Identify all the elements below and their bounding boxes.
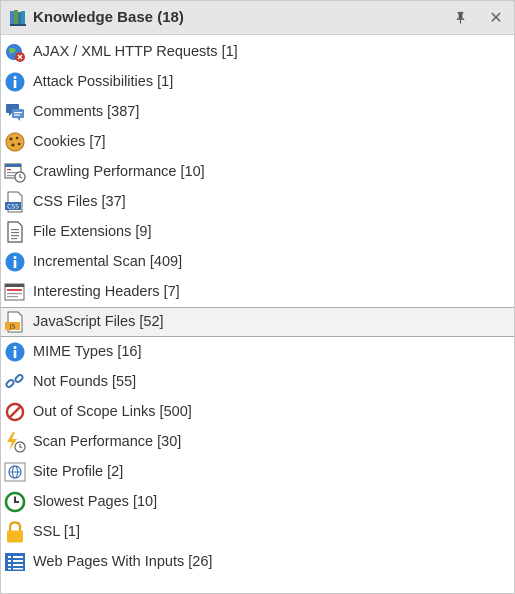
knowledge-base-item-label: Web Pages With Inputs [26] — [33, 554, 213, 570]
panel-title: Knowledge Base (18) — [33, 9, 184, 26]
knowledge-base-list: AJAX / XML HTTP Requests [1] Attack Possi… — [1, 35, 514, 577]
knowledge-base-item[interactable]: SSL [1] — [1, 517, 514, 547]
svg-text:CSS: CSS — [7, 204, 19, 211]
knowledge-base-item-label: Comments [387] — [33, 104, 140, 120]
knowledge-base-item[interactable]: Interesting Headers [7] — [1, 277, 514, 307]
close-icon[interactable]: ✕ — [486, 8, 506, 28]
form-list-icon — [5, 553, 25, 571]
document-icon — [7, 221, 23, 243]
knowledge-base-item-label: Not Founds [55] — [33, 374, 137, 390]
ajax-globe-icon — [6, 44, 25, 62]
clock-icon — [4, 491, 26, 513]
knowledge-base-item[interactable]: MIME Types [16] — [1, 337, 514, 367]
knowledge-base-item-label: Interesting Headers [7] — [33, 284, 180, 300]
css-file-icon: CSS — [5, 191, 23, 213]
knowledge-base-item-label: MIME Types [16] — [33, 344, 142, 360]
knowledge-base-item[interactable]: Scan Performance [30] — [1, 427, 514, 457]
panel-header: Knowledge Base (18) ✕ — [1, 1, 514, 35]
books-icon — [10, 9, 26, 26]
info-icon — [5, 252, 25, 272]
knowledge-base-item[interactable]: Not Founds [55] — [1, 367, 514, 397]
knowledge-base-item[interactable]: Web Pages With Inputs [26] — [1, 547, 514, 577]
svg-text:JS: JS — [9, 324, 16, 331]
js-file-icon: JS — [5, 311, 23, 333]
lightning-clock-icon — [7, 432, 26, 453]
knowledge-base-item[interactable]: AJAX / XML HTTP Requests [1] — [1, 37, 514, 67]
pin-icon[interactable] — [450, 8, 470, 28]
knowledge-base-item[interactable]: File Extensions [9] — [1, 217, 514, 247]
knowledge-base-item-label: CSS Files [37] — [33, 194, 126, 210]
knowledge-base-item-label: JavaScript Files [52] — [33, 314, 164, 330]
knowledge-base-item[interactable]: Incremental Scan [409] — [1, 247, 514, 277]
knowledge-base-item[interactable]: Out of Scope Links [500] — [1, 397, 514, 427]
comments-icon — [6, 104, 24, 121]
info-icon — [5, 72, 25, 92]
cookie-icon — [5, 132, 25, 152]
knowledge-base-item-label: Out of Scope Links [500] — [33, 404, 192, 420]
crawl-performance-icon — [4, 163, 26, 183]
knowledge-base-item[interactable]: Comments [387] — [1, 97, 514, 127]
knowledge-base-item-label: AJAX / XML HTTP Requests [1] — [33, 44, 238, 60]
knowledge-base-item[interactable]: Slowest Pages [10] — [1, 487, 514, 517]
knowledge-base-item-label: Slowest Pages [10] — [33, 494, 158, 510]
knowledge-base-item[interactable]: Cookies [7] — [1, 127, 514, 157]
knowledge-base-item-label: Site Profile [2] — [33, 464, 124, 480]
knowledge-base-item[interactable]: Site Profile [2] — [1, 457, 514, 487]
knowledge-base-item[interactable]: Crawling Performance [10] — [1, 157, 514, 187]
knowledge-base-item-label: SSL [1] — [33, 524, 81, 540]
headers-icon — [4, 283, 25, 301]
knowledge-base-panel: Knowledge Base (18) ✕ AJAX / XML HTTP Re… — [0, 0, 515, 594]
knowledge-base-item[interactable]: Attack Possibilities [1] — [1, 67, 514, 97]
knowledge-base-item-label: Scan Performance [30] — [33, 434, 182, 450]
info-icon — [5, 342, 25, 362]
knowledge-base-item-label: Incremental Scan [409] — [33, 254, 183, 270]
knowledge-base-item[interactable]: JS JavaScript Files [52] — [1, 307, 514, 337]
knowledge-base-item-label: File Extensions [9] — [33, 224, 152, 240]
knowledge-base-item-label: Crawling Performance [10] — [33, 164, 205, 180]
broken-link-icon — [5, 373, 24, 389]
knowledge-base-item[interactable]: CSS CSS Files [37] — [1, 187, 514, 217]
knowledge-base-item-label: Cookies [7] — [33, 134, 106, 150]
knowledge-base-item-label: Attack Possibilities [1] — [33, 74, 174, 90]
no-entry-icon — [5, 402, 25, 422]
site-profile-icon — [4, 462, 26, 482]
lock-icon — [7, 521, 23, 543]
